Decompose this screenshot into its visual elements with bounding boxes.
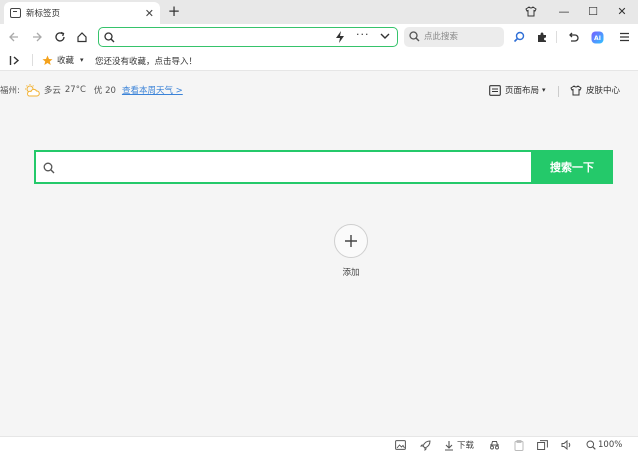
weather-city: 福州: [0,86,20,96]
clipboard-button[interactable] [514,439,524,451]
address-input[interactable] [119,30,329,44]
search-icon [43,162,55,174]
tab-new-tab[interactable]: 新标签页 ✕ [4,2,160,24]
arrow-right-icon [33,32,42,42]
skin-shirt-button[interactable] [516,0,546,22]
screenshot-button[interactable] [395,439,406,451]
ai-icon: AI [591,31,603,43]
main-search-box[interactable]: 搜索一下 [34,150,613,184]
divider [556,31,557,43]
magnifier-blue-icon [513,31,525,43]
search-engine-box[interactable] [404,27,504,47]
window-tile-button[interactable] [537,439,548,451]
image-icon [395,440,406,450]
search-icon [409,31,420,42]
speedup-button[interactable] [420,439,431,451]
caret-down-icon: ▾ [80,56,84,64]
lightning-icon[interactable] [335,31,345,43]
divider [32,54,33,66]
windows-icon [537,440,548,450]
undo-icon [569,32,579,42]
add-shortcut-button[interactable] [334,224,368,258]
search-icon [104,32,115,43]
back-button[interactable] [5,28,23,46]
layout-icon [489,84,501,96]
shirt-icon [570,84,582,95]
reload-icon [55,31,65,42]
skin-center-button[interactable]: 皮肤中心 [570,84,620,96]
downloads-button[interactable]: 下载 [444,439,474,451]
window-close-button[interactable]: ✕ [607,0,637,22]
tab-close-icon[interactable]: ✕ [145,8,154,19]
rocket-icon [420,439,431,451]
address-bar[interactable]: ··· [98,27,398,47]
bookmarks-folder-label: 收藏 [57,56,75,66]
arrow-left-icon [9,32,18,42]
weather-temperature: 27°C [64,85,86,95]
new-tab-button[interactable]: + [166,3,182,19]
add-shortcut-label: 添加 [342,268,360,278]
maximize-button[interactable]: ☐ [578,0,608,22]
sidebar-toggle-icon [9,56,20,65]
clipboard-icon [514,439,524,451]
weekly-weather-link[interactable]: 查看本周天气 > [122,84,183,96]
undo-button[interactable] [564,28,582,46]
home-button[interactable] [73,28,91,46]
navigation-bar: ··· AI [0,24,638,50]
tab-strip: 新标签页 ✕ + — ☐ ✕ [0,0,638,24]
skin-center-label: 皮肤中心 [586,86,621,96]
search-submit-button[interactable]: 搜索一下 [531,150,613,184]
extensions-button[interactable] [533,28,551,46]
weather-widget: 福州: 多云 27°C 优 20 查看本周天气 > [0,83,183,97]
incognito-icon [490,441,499,450]
partly-cloudy-icon [24,83,40,96]
plus-icon [345,235,357,247]
chevron-down-icon[interactable] [380,33,390,40]
status-bar: 下载 100% [0,436,638,451]
import-bookmarks-link[interactable]: 您还没有收藏，点击导入！ [95,55,197,67]
page-layout-button[interactable]: 页面布局 ▾ [489,84,546,96]
newtab-page-icon [10,8,21,18]
reload-button[interactable] [51,28,69,46]
weather-condition: 多云 [43,86,61,96]
minimize-button[interactable]: — [549,0,579,22]
divider [558,86,559,97]
bookmarks-folder-button[interactable]: 收藏 ▾ [42,54,84,66]
search-engine-input[interactable] [424,30,499,44]
puzzle-icon [538,32,546,42]
menu-button[interactable] [615,28,633,46]
find-button[interactable] [510,28,528,46]
sidebar-toggle-button[interactable] [9,55,21,69]
download-icon [445,440,453,451]
tab-title: 新标签页 [26,9,61,19]
star-icon [42,55,53,65]
zoom-button[interactable]: 100% [586,439,622,451]
caret-down-icon: ▾ [542,86,546,94]
more-dots-icon[interactable]: ··· [356,28,370,41]
ai-assistant-button[interactable]: AI [588,28,606,46]
hamburger-menu-icon [619,32,629,42]
zoom-level: 100% [598,440,623,450]
air-quality: 优 20 [93,86,116,96]
svg-text:AI: AI [594,35,601,42]
forward-button[interactable] [28,28,46,46]
main-search-input[interactable] [62,159,522,177]
shirt-icon [525,5,537,16]
downloads-label: 下载 [457,441,475,451]
zoom-icon [586,440,596,450]
incognito-button[interactable] [489,439,500,451]
bookmarks-bar: 收藏 ▾ 您还没有收藏，点击导入！ [0,50,638,71]
sound-button[interactable] [561,439,572,451]
home-icon [77,32,87,43]
page-layout-label: 页面布局 [505,86,540,96]
speaker-icon [561,440,571,450]
